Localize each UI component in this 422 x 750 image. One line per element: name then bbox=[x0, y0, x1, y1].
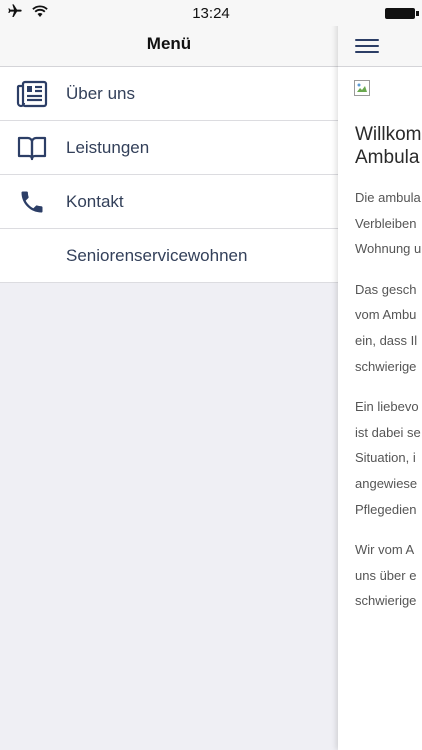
menu-title: Menü bbox=[146, 34, 192, 53]
menu-item-label: Seniorenservicewohnen bbox=[66, 245, 248, 265]
menu-item-leistungen[interactable]: Leistungen bbox=[0, 121, 338, 175]
paragraph-line: Verbleiben bbox=[355, 215, 417, 231]
newspaper-icon bbox=[16, 78, 48, 110]
content-title-line: Ambula bbox=[355, 147, 420, 168]
paragraph: Das gesch vom Ambu ein, dass Il schwieri… bbox=[355, 277, 422, 379]
menu-item-label: Kontakt bbox=[66, 191, 124, 211]
paragraph-line: Die ambula bbox=[355, 190, 421, 205]
menu-header: Menü bbox=[0, 26, 338, 67]
paragraph-line: ein, dass Il bbox=[355, 332, 418, 348]
status-time: 13:24 bbox=[192, 5, 230, 22]
menu-item-label: Leistungen bbox=[66, 137, 150, 157]
content-title: Willkom Ambula bbox=[355, 123, 422, 169]
paragraph-line: Das gesch bbox=[355, 281, 417, 297]
paragraph: Die ambula Verbleiben Wohnung u bbox=[355, 185, 422, 262]
paragraph-line: schwierige bbox=[355, 593, 417, 609]
paragraph-line: Pflegedien bbox=[355, 501, 417, 517]
paragraph-line: uns über e bbox=[355, 567, 417, 583]
menu-item-label: Über uns bbox=[66, 83, 135, 103]
menu-item-seniorenservicewohnen[interactable]: Seniorenservicewohnen bbox=[0, 229, 338, 283]
paragraph: Wir vom A uns über e schwierige bbox=[355, 537, 422, 614]
paragraph-line: Wohnung u bbox=[355, 241, 422, 257]
menu-item-kontakt[interactable]: Kontakt bbox=[0, 175, 338, 229]
paragraph-line: Wir vom A bbox=[355, 542, 415, 558]
paragraph-line: vom Ambu bbox=[355, 307, 417, 323]
content-paragraphs: Die ambula Verbleiben Wohnung u Das gesc… bbox=[355, 185, 422, 629]
paragraph-line: angewiese bbox=[355, 475, 418, 491]
paragraph-line: ist dabei se bbox=[355, 424, 421, 440]
menu-list: Über uns Leistungen Kontakt Seniorenserv… bbox=[0, 67, 338, 283]
phone-icon bbox=[16, 186, 48, 218]
paragraph-line: Situation, i bbox=[355, 450, 416, 466]
paragraph: Ein liebevo ist dabei se Situation, i an… bbox=[355, 394, 422, 522]
book-icon bbox=[16, 132, 48, 164]
hamburger-menu-button[interactable] bbox=[355, 35, 379, 57]
menu-item-ueber-uns[interactable]: Über uns bbox=[0, 67, 338, 121]
content-panel: Willkom Ambula Die ambula Verbleiben Woh… bbox=[338, 0, 422, 750]
status-bar: 13:24 bbox=[0, 0, 422, 26]
paragraph-line: schwierige bbox=[355, 358, 417, 374]
content-header bbox=[338, 26, 422, 67]
paragraph-line: Ein liebevo bbox=[355, 399, 419, 415]
side-menu: Menü Über uns Leistungen Kontakt Seniore… bbox=[0, 0, 338, 750]
content-title-line: Willkom bbox=[355, 124, 422, 145]
battery-icon bbox=[385, 8, 419, 19]
broken-image-icon bbox=[354, 80, 370, 96]
